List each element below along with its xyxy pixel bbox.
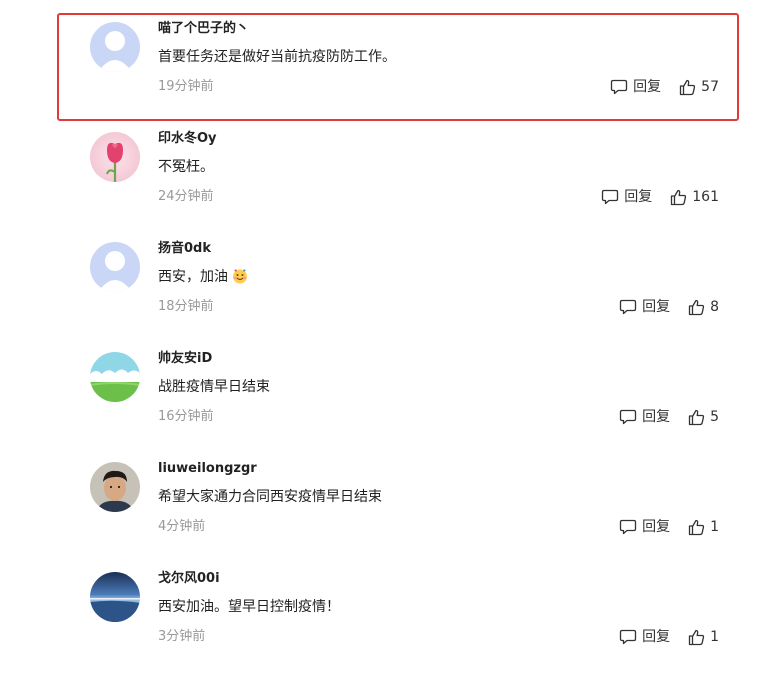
like-button[interactable]: 161 (670, 187, 719, 207)
thumbs-up-icon (688, 629, 705, 645)
reply-icon (619, 519, 637, 535)
username[interactable]: 戈尔风00i (158, 570, 220, 588)
username[interactable]: 印水冬Oy (158, 130, 217, 148)
reply-label: 回复 (642, 629, 671, 645)
comment-time: 16分钟前 (158, 409, 214, 424)
comment-item: 帅友安iD 战胜疫情早日结束 16分钟前 回复 5 (0, 344, 764, 454)
reply-button[interactable]: 回复 (619, 627, 670, 647)
reply-button[interactable]: 回复 (619, 297, 670, 317)
comment-item: 戈尔风00i 西安加油。望早日控制疫情！ 3分钟前 回复 1 (0, 564, 764, 674)
avatar[interactable] (90, 462, 140, 512)
reply-label: 回复 (624, 189, 653, 205)
reply-icon (611, 79, 628, 95)
reply-icon (619, 299, 637, 315)
reply-button[interactable]: 回复 (619, 407, 670, 427)
comment-time: 19分钟前 (158, 79, 214, 94)
avatar[interactable] (90, 22, 140, 72)
landscape-avatar (90, 352, 140, 402)
reply-icon (619, 629, 637, 645)
like-count: 1 (710, 629, 719, 645)
like-button[interactable]: 57 (679, 77, 719, 97)
comment-list: 喵了个巴子的丶 首要任务还是做好当前抗疫防防工作。 19分钟前 回复 57 印水… (0, 0, 764, 677)
avatar[interactable] (90, 572, 140, 622)
like-count: 1 (710, 519, 719, 535)
comment-text: 战胜疫情早日结束 (158, 379, 270, 395)
thumbs-up-icon (688, 519, 705, 535)
reply-label: 回复 (642, 519, 671, 535)
seascape-avatar (90, 572, 140, 622)
like-button[interactable]: 1 (688, 627, 719, 647)
like-button[interactable]: 5 (688, 407, 719, 427)
comment-actions: 回复 8 (619, 296, 719, 318)
comment-item: 喵了个巴子的丶 首要任务还是做好当前抗疫防防工作。 19分钟前 回复 57 (0, 14, 764, 124)
default-avatar-icon (90, 242, 140, 292)
reply-button[interactable]: 回复 (619, 517, 670, 537)
avatar[interactable] (90, 132, 140, 182)
comment-item: 印水冬Oy 不冤枉。 24分钟前 回复 161 (0, 124, 764, 234)
comment-item: 扬音0dk 西安，加油 18分钟前 回复 8 (0, 234, 764, 344)
comment-actions: 回复 57 (610, 76, 719, 98)
comment-time: 3分钟前 (158, 629, 206, 644)
comment-time: 4分钟前 (158, 519, 206, 534)
tulip-avatar (90, 132, 140, 182)
comment-text: 不冤枉。 (158, 159, 214, 175)
thumbs-up-icon (671, 189, 687, 205)
avatar[interactable] (90, 242, 140, 292)
thumbs-up-icon (680, 79, 696, 95)
comment-actions: 回复 5 (619, 406, 719, 428)
like-count: 57 (701, 79, 719, 95)
default-avatar-icon (90, 22, 140, 72)
like-button[interactable]: 1 (688, 517, 719, 537)
reply-icon (602, 189, 619, 205)
reply-label: 回复 (642, 409, 671, 425)
comment-actions: 回复 1 (619, 626, 719, 648)
cheer-emoji (233, 269, 247, 284)
reply-label: 回复 (642, 299, 671, 315)
username[interactable]: 喵了个巴子的丶 (158, 20, 249, 38)
comment-time: 18分钟前 (158, 299, 214, 314)
username[interactable]: liuweilongzgr (158, 460, 257, 478)
like-count: 161 (692, 189, 719, 205)
reply-button[interactable]: 回复 (601, 187, 652, 207)
comment-text: 西安，加油 (158, 267, 248, 287)
comment-time: 24分钟前 (158, 189, 214, 204)
like-count: 8 (710, 299, 719, 315)
comment-actions: 回复 161 (601, 186, 719, 208)
comment-text: 首要任务还是做好当前抗疫防防工作。 (158, 49, 396, 65)
thumbs-up-icon (688, 409, 705, 425)
comment-actions: 回复 1 (619, 516, 719, 538)
avatar[interactable] (90, 352, 140, 402)
comment-item: liuweilongzgr 希望大家通力合同西安疫情早日结束 4分钟前 回复 1 (0, 454, 764, 564)
username[interactable]: 帅友安iD (158, 350, 212, 368)
person-photo-avatar (90, 462, 140, 512)
reply-label: 回复 (633, 79, 662, 95)
reply-button[interactable]: 回复 (610, 77, 661, 97)
comment-text: 希望大家通力合同西安疫情早日结束 (158, 489, 382, 505)
thumbs-up-icon (688, 299, 705, 315)
username[interactable]: 扬音0dk (158, 240, 211, 258)
like-count: 5 (710, 409, 719, 425)
comment-text: 西安加油。望早日控制疫情！ (158, 599, 340, 615)
reply-icon (619, 409, 637, 425)
like-button[interactable]: 8 (688, 297, 719, 317)
